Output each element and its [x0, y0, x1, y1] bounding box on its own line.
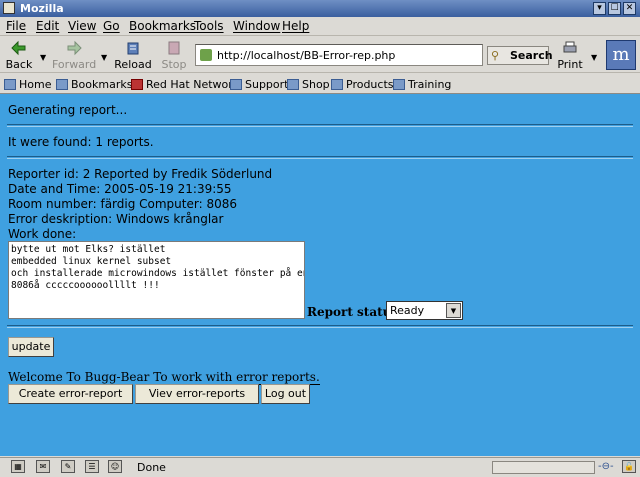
back-button[interactable]: Back: [3, 40, 35, 71]
menu-edit[interactable]: Edit: [36, 19, 59, 33]
maximize-button[interactable]: ☐: [608, 2, 621, 15]
url-input[interactable]: http://localhost/BB-Error-rep.php: [195, 44, 483, 66]
forward-label: Forward: [52, 58, 97, 71]
minimize-button[interactable]: ▾: [593, 2, 606, 15]
separator: [7, 325, 633, 328]
reload-icon: [127, 42, 139, 55]
bookmarks-icon: [56, 79, 68, 90]
error-description-text: Error deskription: Windows krånglar: [8, 212, 224, 226]
menu-bar: File Edit View Go Bookmarks Tools Window…: [0, 17, 640, 36]
folder-icon: [287, 79, 299, 90]
work-with-reports-link[interactable]: To work with error reports.: [153, 370, 320, 385]
reload-label: Reload: [114, 58, 152, 71]
redhat-icon: [131, 79, 143, 90]
url-text: http://localhost/BB-Error-rep.php: [217, 49, 396, 62]
report-status-value: Ready: [390, 304, 425, 317]
page-icon: [200, 49, 212, 61]
window-title: Mozilla: [20, 2, 64, 15]
composer-icon[interactable]: ✎: [61, 460, 75, 473]
stop-icon: [168, 41, 180, 55]
menu-tools[interactable]: Tools: [194, 19, 224, 33]
menu-window[interactable]: Window: [233, 19, 280, 33]
forward-button[interactable]: Forward: [52, 40, 96, 71]
close-button[interactable]: ✕: [623, 2, 636, 15]
progress-bar: [492, 461, 595, 474]
stop-label: Stop: [161, 58, 187, 71]
datetime-text: Date and Time: 2005-05-19 21:39:55: [8, 182, 232, 196]
report-status-select[interactable]: Ready ▼: [386, 301, 463, 320]
mozilla-logo: m: [606, 40, 636, 70]
folder-icon: [331, 79, 343, 90]
search-label: Search: [510, 49, 553, 62]
bookmark-home[interactable]: Home: [4, 78, 51, 91]
bookmark-shop[interactable]: Shop: [287, 78, 330, 91]
status-text: Done: [137, 461, 166, 474]
online-status-icon[interactable]: -⊖-: [598, 461, 614, 472]
reporter-text: Reporter id: 2 Reported by Fredik Söderl…: [8, 167, 273, 181]
search-icon: ⚲: [491, 49, 500, 62]
security-lock-icon[interactable]: 🔓: [622, 460, 636, 473]
irc-chat-icon[interactable]: ☺: [108, 460, 122, 473]
bookmark-support[interactable]: Support: [230, 78, 288, 91]
bookmark-training[interactable]: Training: [393, 78, 451, 91]
home-icon: [4, 79, 16, 90]
bookmark-bookmarks[interactable]: Bookmarks: [56, 78, 132, 91]
chevron-down-icon: ▼: [446, 303, 461, 318]
print-button[interactable]: Print: [555, 40, 585, 71]
menu-bookmarks[interactable]: Bookmarks: [129, 19, 196, 33]
create-error-report-button[interactable]: Create error-report: [8, 384, 133, 404]
back-dropdown-icon[interactable]: ▼: [40, 53, 46, 62]
log-out-button[interactable]: Log out: [261, 384, 310, 404]
search-button[interactable]: ⚲ Search: [487, 46, 553, 65]
forward-dropdown-icon[interactable]: ▼: [101, 53, 107, 62]
welcome-text: Welcome To Bugg-Bear To work with error …: [8, 370, 320, 385]
generating-text: Generating report...: [8, 103, 128, 117]
print-label: Print: [557, 58, 583, 71]
back-label: Back: [5, 58, 33, 71]
work-done-label: Work done:: [8, 227, 77, 241]
work-done-textarea[interactable]: bytte ut mot Elks? istället embedded lin…: [8, 241, 305, 319]
menu-view[interactable]: View: [68, 19, 96, 33]
address-book-icon[interactable]: ☰: [85, 460, 99, 473]
title-bar: Mozilla ▾ ☐ ✕: [0, 0, 640, 17]
menu-help[interactable]: Help: [282, 19, 309, 33]
menu-file[interactable]: File: [6, 19, 26, 33]
found-text: It were found: 1 reports.: [8, 135, 154, 149]
folder-icon: [230, 79, 242, 90]
separator: [7, 124, 633, 127]
forward-arrow-icon: [67, 40, 82, 56]
navigator-icon[interactable]: ▦: [11, 460, 25, 473]
app-icon: [3, 2, 15, 14]
room-text: Room number: färdig Computer: 8086: [8, 197, 237, 211]
view-error-reports-button[interactable]: Viev error-reports: [135, 384, 259, 404]
update-button[interactable]: update: [8, 337, 54, 357]
folder-icon: [393, 79, 405, 90]
menu-go[interactable]: Go: [103, 19, 120, 33]
separator: [7, 156, 633, 159]
printer-icon: [563, 41, 577, 53]
print-dropdown-icon[interactable]: ▼: [591, 53, 597, 62]
reload-button[interactable]: Reload: [114, 40, 152, 71]
bookmark-products[interactable]: Products: [331, 78, 394, 91]
back-arrow-icon: [11, 40, 26, 56]
stop-button[interactable]: Stop: [158, 40, 190, 71]
mail-icon[interactable]: ✉: [36, 460, 50, 473]
bookmark-red-hat-network[interactable]: Red Hat Network: [131, 78, 239, 91]
welcome-prefix: Welcome To Bugg-Bear: [8, 370, 154, 384]
